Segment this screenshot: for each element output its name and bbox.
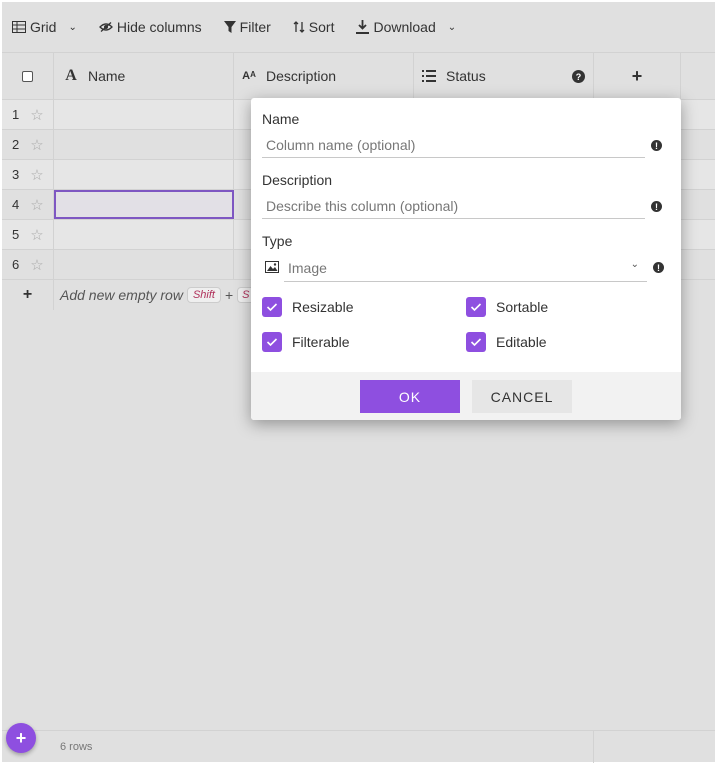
chevron-down-icon: ⌄ [68, 21, 77, 33]
alert-icon: ! [651, 140, 662, 151]
download-label: Download [373, 19, 436, 35]
row-number: 4 ☆ [2, 190, 54, 219]
text-type-icon: A [65, 67, 77, 84]
column-settings-dialog: Name Column name (optional) ! Descriptio… [251, 98, 681, 420]
row-number-label: 1 [12, 107, 20, 122]
star-icon[interactable]: ☆ [30, 256, 43, 274]
filter-button[interactable]: Filter [223, 19, 271, 35]
alert-icon: ! [651, 201, 662, 212]
shift-key-badge: Shift [186, 287, 221, 303]
type-select[interactable]: Image ⌄ [284, 254, 647, 282]
row-number: 3 ☆ [2, 160, 54, 189]
cell-name[interactable] [54, 250, 234, 279]
sortable-checkbox[interactable]: Sortable [466, 297, 548, 317]
ok-button[interactable]: OK [360, 380, 460, 413]
add-column-button[interactable]: + [594, 53, 681, 99]
filterable-label: Filterable [292, 334, 350, 350]
dialog-footer: OK CANCEL [251, 372, 681, 420]
add-row-label: Add new empty row [60, 287, 183, 303]
cell-name[interactable] [54, 220, 234, 249]
editable-label: Editable [496, 334, 547, 350]
alert-icon: ! [653, 262, 664, 273]
toolbar: Grid ⌄ Hide columns Filter Sort Download… [2, 2, 715, 52]
eye-off-icon [98, 22, 113, 32]
hide-columns-button[interactable]: Hide columns [98, 19, 202, 35]
grid-header: A Name AA Description Status ? + [2, 52, 715, 100]
cell-name[interactable] [54, 160, 234, 189]
row-number: 6 ☆ [2, 250, 54, 279]
font-size-icon: AA [242, 70, 256, 82]
column-header-description[interactable]: AA Description [234, 53, 414, 99]
add-fab-button[interactable]: + [6, 723, 36, 753]
add-row-button[interactable]: + [2, 280, 54, 310]
row-number: 5 ☆ [2, 220, 54, 249]
column-header-status[interactable]: Status ? [414, 53, 594, 99]
column-status-label: Status [446, 68, 486, 84]
row-number-label: 5 [12, 227, 20, 242]
check-icon [466, 332, 486, 352]
footer-divider [593, 731, 594, 763]
row-number-label: 4 [12, 197, 20, 212]
column-name-input[interactable]: Column name (optional) [262, 132, 645, 158]
cell-name[interactable] [54, 100, 234, 129]
download-icon [356, 20, 370, 34]
list-icon [418, 70, 440, 82]
shortcut-separator: + [224, 287, 234, 303]
cancel-button[interactable]: CANCEL [472, 380, 572, 413]
hide-columns-label: Hide columns [116, 19, 202, 35]
star-icon[interactable]: ☆ [30, 136, 43, 154]
help-icon[interactable]: ? [572, 70, 585, 83]
chevron-down-icon: ⌄ [447, 21, 457, 33]
select-all-checkbox[interactable] [22, 70, 33, 82]
row-number: 2 ☆ [2, 130, 54, 159]
grid-icon [12, 21, 26, 33]
column-name-label: Name [88, 68, 126, 84]
filter-label: Filter [239, 19, 271, 35]
check-icon [262, 297, 282, 317]
sortable-label: Sortable [496, 299, 549, 315]
type-field-label: Type [262, 233, 293, 249]
name-field-label: Name [262, 111, 300, 127]
check-icon [262, 332, 282, 352]
editable-checkbox[interactable]: Editable [466, 332, 547, 352]
plus-icon: + [631, 65, 643, 86]
image-icon [265, 261, 279, 273]
sort-label: Sort [308, 19, 335, 35]
row-number: 1 ☆ [2, 100, 54, 129]
cell-name[interactable] [54, 130, 234, 159]
row-number-label: 6 [12, 257, 20, 272]
column-description-input[interactable]: Describe this column (optional) [262, 193, 645, 219]
select-all-cell [2, 53, 54, 99]
star-icon[interactable]: ☆ [30, 196, 43, 214]
filter-icon [223, 21, 236, 33]
grid-label: Grid [30, 19, 57, 35]
grid-footer: 6 rows [2, 730, 715, 763]
star-icon[interactable]: ☆ [30, 226, 43, 244]
cell-name-selected[interactable] [54, 190, 234, 219]
filterable-checkbox[interactable]: Filterable [262, 332, 350, 352]
description-field-label: Description [262, 172, 333, 188]
row-number-label: 3 [12, 167, 20, 182]
sort-icon [293, 21, 305, 33]
column-description-label: Description [266, 68, 337, 84]
star-icon[interactable]: ☆ [30, 166, 43, 184]
add-row-hint[interactable]: Add new empty row Shift + S [54, 287, 255, 303]
resizable-checkbox[interactable]: Resizable [262, 297, 353, 317]
download-button[interactable]: Download ⌄ [356, 19, 456, 35]
grid-view-button[interactable]: Grid ⌄ [12, 19, 77, 35]
type-select-value: Image [288, 259, 327, 276]
resizable-label: Resizable [292, 299, 354, 315]
row-count: 6 rows [60, 741, 93, 753]
column-header-name[interactable]: A Name [54, 53, 234, 99]
sort-button[interactable]: Sort [293, 19, 335, 35]
chevron-down-icon: ⌄ [630, 259, 639, 270]
star-icon[interactable]: ☆ [30, 106, 43, 124]
check-icon [466, 297, 486, 317]
row-number-label: 2 [12, 137, 20, 152]
